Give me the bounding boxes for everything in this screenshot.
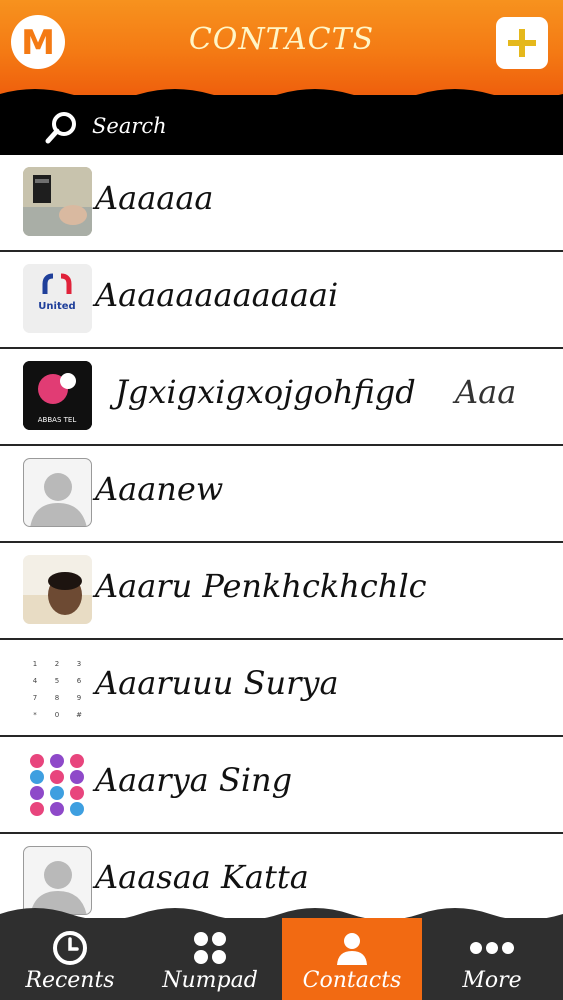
- more-icon: [470, 942, 514, 954]
- svg-text:1: 1: [33, 660, 37, 668]
- contact-row[interactable]: ABBAS TEL Jgxigxigxojgohfigd Aaa: [0, 349, 563, 446]
- contact-avatar: [23, 458, 92, 527]
- svg-text:9: 9: [77, 694, 81, 702]
- svg-text:ABBAS TEL: ABBAS TEL: [38, 416, 77, 424]
- numpad-avatar-icon: 1 2 3 4 5 6 7 8 9 * 0 #: [23, 652, 92, 721]
- contact-name-overflow: Aaa: [455, 373, 517, 411]
- svg-text:8: 8: [55, 694, 59, 702]
- clock-icon: [53, 931, 87, 965]
- numpad-icon: [194, 932, 226, 964]
- svg-text:*: *: [33, 711, 37, 719]
- nav-label: More: [462, 968, 522, 993]
- svg-text:5: 5: [55, 677, 59, 685]
- nav-contacts[interactable]: Contacts: [282, 918, 422, 1000]
- contact-row[interactable]: Aaarya Sing: [0, 737, 563, 834]
- nav-label: Contacts: [302, 968, 402, 993]
- contact-row[interactable]: 1 2 3 4 5 6 7 8 9 * 0 # Aaaruuu Surya: [0, 640, 563, 737]
- nav-numpad[interactable]: Numpad: [140, 918, 280, 1000]
- svg-text:4: 4: [33, 677, 38, 685]
- nav-more[interactable]: More: [422, 918, 562, 1000]
- page-title: CONTACTS: [188, 22, 375, 57]
- search-bar[interactable]: [0, 95, 563, 155]
- contact-name: Aaaaaaaaaaaai: [95, 276, 339, 314]
- colored-numpad-icon: [23, 749, 92, 818]
- nav-label: Numpad: [162, 968, 258, 993]
- svg-text:0: 0: [55, 711, 59, 719]
- contact-avatar: ABBAS TEL: [23, 361, 92, 430]
- nav-label: Recents: [25, 968, 115, 993]
- svg-text:7: 7: [33, 694, 37, 702]
- contact-avatar: [23, 749, 92, 818]
- header-wave: [0, 89, 563, 102]
- plus-icon: [508, 29, 536, 57]
- app-header: M CONTACTS: [0, 0, 563, 95]
- photo-avatar-image: [23, 167, 92, 236]
- contact-name: Aaasaa Katta: [95, 858, 309, 896]
- contact-name: Aaaru Penkhckhchlc: [95, 567, 427, 605]
- search-input[interactable]: Search: [92, 114, 167, 138]
- svg-text:United: United: [38, 301, 75, 312]
- contact-row[interactable]: United Aaaaaaaaaaaai: [0, 252, 563, 349]
- nav-recents[interactable]: Recents: [0, 918, 140, 1000]
- svg-text:2: 2: [55, 660, 59, 668]
- contact-name: Aaarya Sing: [95, 761, 293, 799]
- contact-list: Aaaaaa United Aaaaaaaaaaaai ABBAS TEL Jg…: [0, 155, 563, 915]
- contact-name: Aaaruuu Surya: [95, 664, 339, 702]
- abbas-tel-logo-icon: ABBAS TEL: [23, 361, 92, 430]
- contact-name: Aaaaaa: [95, 179, 214, 217]
- contact-name: Aaanew: [95, 470, 224, 508]
- photo-person-icon: [23, 555, 92, 624]
- contact-row[interactable]: Aaaru Penkhckhchlc: [0, 543, 563, 640]
- svg-text:3: 3: [77, 660, 81, 668]
- contact-row[interactable]: Aaaaaa: [0, 155, 563, 252]
- contact-row[interactable]: Aaanew: [0, 446, 563, 543]
- contact-avatar: 1 2 3 4 5 6 7 8 9 * 0 #: [23, 652, 92, 721]
- add-contact-button[interactable]: [496, 17, 548, 69]
- contact-avatar: [23, 555, 92, 624]
- contact-avatar: [23, 167, 92, 236]
- person-icon: [337, 933, 367, 965]
- united-logo-icon: United: [23, 264, 92, 333]
- bottom-nav: Recents Numpad Contacts More: [0, 918, 563, 1000]
- search-icon[interactable]: [45, 111, 79, 145]
- svg-text:6: 6: [77, 677, 82, 685]
- svg-text:#: #: [76, 711, 82, 719]
- contact-name: Jgxigxigxojgohfigd: [115, 373, 416, 411]
- default-person-icon: [30, 473, 87, 526]
- contact-avatar: United: [23, 264, 92, 333]
